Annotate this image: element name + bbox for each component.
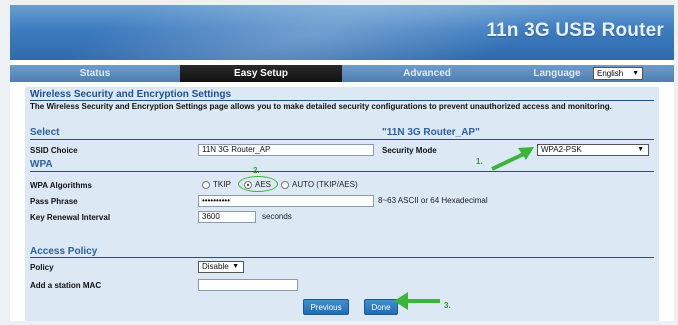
main-nav: Status Easy Setup Advanced Language Engl… (10, 65, 674, 82)
divider (30, 171, 654, 172)
radio-auto-label: AUTO (TKIP/AES) (292, 180, 358, 189)
access-policy-title: Access Policy (30, 246, 98, 257)
key-renewal-field[interactable]: 3600 (198, 211, 256, 223)
radio-tkip[interactable]: TKIP (202, 180, 231, 189)
ssid-choice-field[interactable]: 11N 3G Router_AP (198, 144, 374, 156)
green-arrow-icon (491, 147, 534, 171)
chevron-down-icon: ▼ (637, 146, 644, 153)
radio-button[interactable] (202, 180, 210, 189)
tab-easy-setup[interactable]: Easy Setup (180, 65, 342, 82)
language-select[interactable]: English ▼ (593, 67, 643, 80)
header-banner: 11n 3G USB Router (10, 5, 674, 60)
wpa-section-title: WPA (30, 159, 53, 170)
station-mac-field[interactable] (198, 279, 298, 291)
security-mode-label: Security Mode (382, 146, 437, 155)
chevron-down-icon: ▼ (632, 70, 639, 77)
security-mode-select[interactable]: WPA2-PSK ▼ (537, 144, 649, 156)
select-section-title: Select (30, 127, 60, 138)
tab-advanced[interactable]: Advanced (342, 65, 512, 82)
router-window: 11n 3G USB Router Status Easy Setup Adva… (10, 5, 674, 321)
page-title: Wireless Security and Encryption Setting… (30, 89, 232, 100)
radio-auto[interactable]: AUTO (TKIP/AES) (281, 180, 358, 189)
language-select-value: English (597, 69, 624, 78)
wpa-algorithms-label: WPA Algorithms (30, 181, 92, 190)
divider (30, 139, 654, 140)
previous-button[interactable]: Previous (303, 299, 349, 315)
radio-button[interactable] (281, 180, 289, 189)
radio-tkip-label: TKIP (213, 180, 231, 189)
green-arrow-icon (394, 292, 440, 310)
divider (30, 100, 654, 101)
pass-phrase-hint: 8~63 ASCII or 64 Hexadecimal (378, 196, 488, 205)
divider (30, 257, 654, 258)
policy-select[interactable]: Disable ▼ (198, 261, 244, 273)
station-mac-label: Add a station MAC (30, 281, 102, 290)
security-mode-value: WPA2-PSK (541, 145, 582, 154)
policy-label: Policy (30, 263, 54, 272)
step-1-label: 1. (476, 157, 483, 166)
step-3-label: 3. (444, 301, 451, 310)
key-renewal-label: Key Renewal Interval (30, 213, 111, 222)
router-title: 11n 3G USB Router (486, 20, 664, 41)
pass-phrase-field[interactable]: •••••••••• (198, 195, 374, 207)
tab-language: Language (533, 68, 581, 79)
chevron-down-icon: ▼ (232, 263, 239, 270)
ssid-header: "11N 3G Router_AP" (382, 127, 480, 138)
ssid-choice-label: SSID Choice (30, 146, 78, 155)
policy-value: Disable (202, 262, 229, 271)
pass-phrase-label: Pass Phrase (30, 197, 78, 206)
page-description: The Wireless Security and Encryption Set… (30, 102, 612, 111)
tab-status[interactable]: Status (10, 65, 180, 82)
key-renewal-unit: seconds (262, 212, 292, 221)
settings-panel: Wireless Security and Encryption Setting… (25, 87, 659, 321)
annotation-circle (238, 176, 278, 192)
step-2-label: 2. (253, 166, 260, 175)
